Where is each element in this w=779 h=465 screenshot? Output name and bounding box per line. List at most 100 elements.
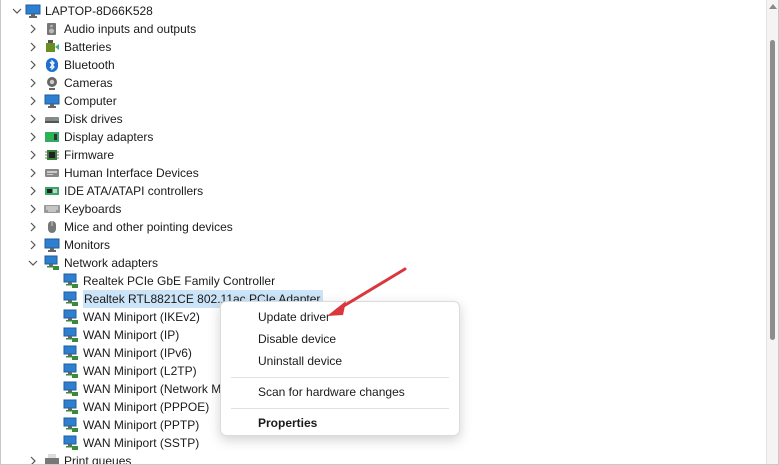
- tree-category[interactable]: Audio inputs and outputs: [30, 20, 197, 38]
- tree-device[interactable]: WAN Miniport (IKEv2): [63, 308, 200, 326]
- ide-controller-icon: [44, 183, 60, 199]
- hid-icon: [44, 165, 60, 181]
- network-adapter-icon: [63, 345, 79, 361]
- tree-item-label: WAN Miniport (PPTP): [83, 418, 200, 432]
- tree-device[interactable]: WAN Miniport (L2TP): [63, 362, 197, 380]
- tree-category[interactable]: Cameras: [30, 74, 113, 92]
- chevron-down-icon[interactable]: [27, 254, 39, 272]
- tree-item-label: Display adapters: [64, 130, 154, 144]
- chevron-right-icon[interactable]: [27, 110, 39, 128]
- chip-icon: [44, 147, 60, 163]
- chevron-right-icon[interactable]: [27, 452, 39, 464]
- scroll-up-arrow-icon[interactable]: [769, 4, 777, 9]
- battery-icon: [44, 39, 60, 55]
- network-adapter-icon: [63, 273, 79, 289]
- tree-item-label: WAN Miniport (L2TP): [83, 364, 197, 378]
- monitor-icon: [44, 237, 60, 253]
- monitor-icon: [44, 93, 60, 109]
- tree-device[interactable]: WAN Miniport (PPTP): [63, 416, 199, 434]
- tree-category[interactable]: Keyboards: [30, 200, 122, 218]
- tree-item-label: Bluetooth: [64, 58, 115, 72]
- vertical-scrollbar[interactable]: [766, 0, 778, 464]
- printer-icon: [44, 453, 60, 464]
- tree-category[interactable]: Monitors: [30, 236, 111, 254]
- network-adapter-icon: [63, 381, 79, 397]
- tree-category[interactable]: Network adapters: [28, 254, 159, 272]
- chevron-right-icon[interactable]: [27, 74, 39, 92]
- menu-item-properties[interactable]: Properties: [221, 412, 459, 434]
- chevron-right-icon[interactable]: [27, 56, 39, 74]
- bluetooth-icon: [44, 57, 60, 73]
- chevron-right-icon[interactable]: [27, 38, 39, 56]
- chevron-right-icon[interactable]: [27, 182, 39, 200]
- tree-item-label: WAN Miniport (IP): [83, 328, 180, 342]
- tree-category[interactable]: Mice and other pointing devices: [30, 218, 233, 236]
- network-adapter-icon: [63, 399, 79, 415]
- tree-device[interactable]: WAN Miniport (SSTP): [63, 434, 199, 452]
- tree-category[interactable]: Computer: [30, 92, 117, 110]
- network-adapter-icon: [63, 291, 79, 307]
- tree-item-label: Network adapters: [64, 256, 159, 270]
- network-adapter-icon: [63, 309, 79, 325]
- tree-item-label: Batteries: [64, 40, 112, 54]
- disk-drive-icon: [44, 111, 60, 127]
- tree-device[interactable]: WAN Miniport (IP): [63, 326, 179, 344]
- tree-item-label: Disk drives: [64, 112, 123, 126]
- tree-item-label: Print queues: [64, 454, 132, 465]
- network-adapter-icon: [63, 363, 79, 379]
- tree-category[interactable]: Bluetooth: [30, 56, 115, 74]
- display-adapter-icon: [44, 129, 60, 145]
- tree-item-label: LAPTOP-8D66K528: [45, 4, 153, 18]
- tree-item-label: WAN Miniport (IPv6): [83, 346, 192, 360]
- tree-device[interactable]: WAN Miniport (IPv6): [63, 344, 192, 362]
- tree-item-label: Computer: [64, 94, 117, 108]
- menu-separator: [231, 408, 449, 409]
- chevron-down-icon[interactable]: [11, 2, 23, 20]
- tree-item-label: WAN Miniport (PPPOE): [83, 400, 210, 414]
- chevron-right-icon[interactable]: [27, 92, 39, 110]
- tree-category[interactable]: IDE ATA/ATAPI controllers: [30, 182, 204, 200]
- tree-category[interactable]: Human Interface Devices: [30, 164, 199, 182]
- computer-icon: [25, 3, 41, 19]
- chevron-right-icon[interactable]: [27, 146, 39, 164]
- tree-item-label: WAN Miniport (SSTP): [83, 436, 200, 450]
- context-menu: Update driver Disable device Uninstall d…: [220, 301, 460, 436]
- menu-separator: [231, 377, 449, 378]
- device-manager-window: LAPTOP-8D66K528 Audio inputs and outputs B…: [0, 0, 779, 465]
- chevron-right-icon[interactable]: [27, 164, 39, 182]
- network-adapter-icon: [44, 255, 60, 271]
- tree-root[interactable]: LAPTOP-8D66K528: [12, 2, 153, 20]
- tree-item-label: Keyboards: [64, 202, 122, 216]
- tree-device[interactable]: Realtek PCIe GbE Family Controller: [63, 272, 275, 290]
- tree-item-label: Monitors: [64, 238, 111, 252]
- tree-item-label: Mice and other pointing devices: [64, 220, 233, 234]
- tree-category[interactable]: Print queues: [30, 452, 132, 465]
- camera-icon: [44, 75, 60, 91]
- tree-device[interactable]: WAN Miniport (PPPOE): [63, 398, 209, 416]
- network-adapter-icon: [63, 327, 79, 343]
- tree-item-label: Realtek PCIe GbE Family Controller: [83, 274, 276, 288]
- tree-item-label: Firmware: [64, 148, 114, 162]
- tree-category[interactable]: Disk drives: [30, 110, 123, 128]
- menu-item-disable-device[interactable]: Disable device: [221, 328, 459, 350]
- tree-item-label: WAN Miniport (IKEv2): [83, 310, 200, 324]
- network-adapter-icon: [63, 417, 79, 433]
- tree-category[interactable]: Display adapters: [30, 128, 154, 146]
- keyboard-icon: [44, 201, 60, 217]
- tree-item-label: Audio inputs and outputs: [64, 22, 197, 36]
- menu-item-uninstall-device[interactable]: Uninstall device: [221, 350, 459, 372]
- scrollbar-thumb[interactable]: [770, 40, 775, 340]
- tree-category[interactable]: Firmware: [30, 146, 114, 164]
- menu-item-update-driver[interactable]: Update driver: [221, 306, 459, 328]
- tree-item-label: IDE ATA/ATAPI controllers: [64, 184, 204, 198]
- chevron-right-icon[interactable]: [27, 128, 39, 146]
- chevron-right-icon[interactable]: [27, 236, 39, 254]
- chevron-right-icon[interactable]: [27, 200, 39, 218]
- speaker-icon: [44, 21, 60, 37]
- network-adapter-icon: [63, 435, 79, 451]
- tree-item-label: Human Interface Devices: [64, 166, 199, 180]
- menu-item-scan-hardware[interactable]: Scan for hardware changes: [221, 381, 459, 403]
- tree-category[interactable]: Batteries: [30, 38, 112, 56]
- chevron-right-icon[interactable]: [27, 218, 39, 236]
- chevron-right-icon[interactable]: [27, 20, 39, 38]
